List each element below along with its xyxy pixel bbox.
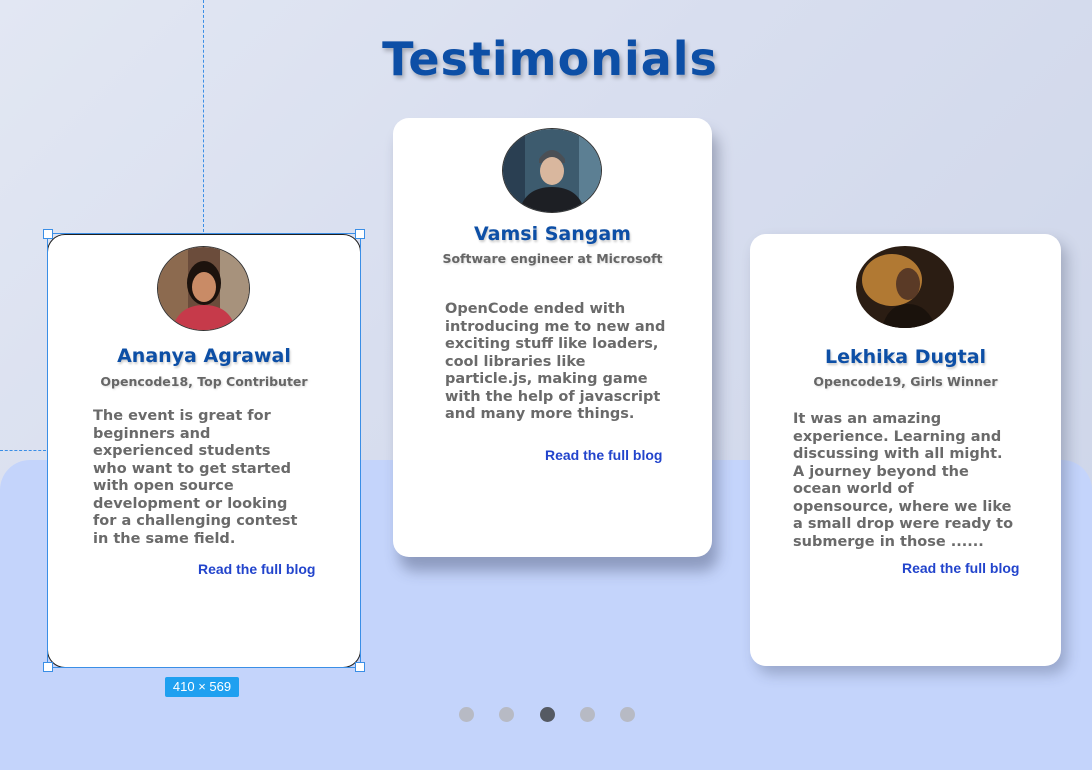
resize-handle-top-right[interactable] (355, 229, 365, 239)
avatar (856, 246, 954, 328)
avatar (157, 246, 250, 331)
pagination-dot-active[interactable] (540, 707, 555, 722)
resize-handle-bottom-right[interactable] (355, 662, 365, 672)
resize-handle-bottom-left[interactable] (43, 662, 53, 672)
testimonial-text: OpenCode ended with introducing me to ne… (445, 301, 666, 422)
resize-handle-top-left[interactable] (43, 229, 53, 239)
testimonial-card-ananya[interactable]: Ananya Agrawal Opencode18, Top Contribut… (47, 234, 361, 668)
pagination-dot[interactable] (459, 707, 474, 722)
avatar-photo-icon (158, 247, 249, 330)
author-name: Lekhika Dugtal (824, 346, 987, 368)
pagination-dot[interactable] (580, 707, 595, 722)
page-title: Testimonials (382, 32, 718, 86)
author-name: Vamsi Sangam (474, 223, 631, 245)
avatar-photo-icon (856, 246, 954, 328)
author-role: Opencode19, Girls Winner (813, 374, 998, 389)
pagination-dot[interactable] (620, 707, 635, 722)
avatar-photo-icon (503, 129, 601, 212)
read-full-blog-link[interactable]: Read the full blog (545, 447, 662, 463)
pagination-dot[interactable] (499, 707, 514, 722)
read-full-blog-link[interactable]: Read the full blog (902, 560, 1019, 576)
testimonial-card-vamsi[interactable]: Vamsi Sangam Software engineer at Micros… (393, 118, 712, 557)
author-role: Opencode18, Top Contributer (100, 374, 308, 389)
avatar (502, 128, 602, 213)
testimonial-text: It was an amazing experience. Learning a… (793, 411, 1014, 550)
horizontal-guide-line (0, 450, 46, 451)
author-name: Ananya Agrawal (117, 345, 291, 367)
read-full-blog-link[interactable]: Read the full blog (198, 561, 315, 577)
author-role: Software engineer at Microsoft (442, 251, 663, 266)
dimension-badge: 410 × 569 (165, 677, 239, 697)
testimonial-text: The event is great for beginners and exp… (93, 408, 298, 547)
testimonial-card-lekhika[interactable]: Lekhika Dugtal Opencode19, Girls Winner … (750, 234, 1061, 666)
